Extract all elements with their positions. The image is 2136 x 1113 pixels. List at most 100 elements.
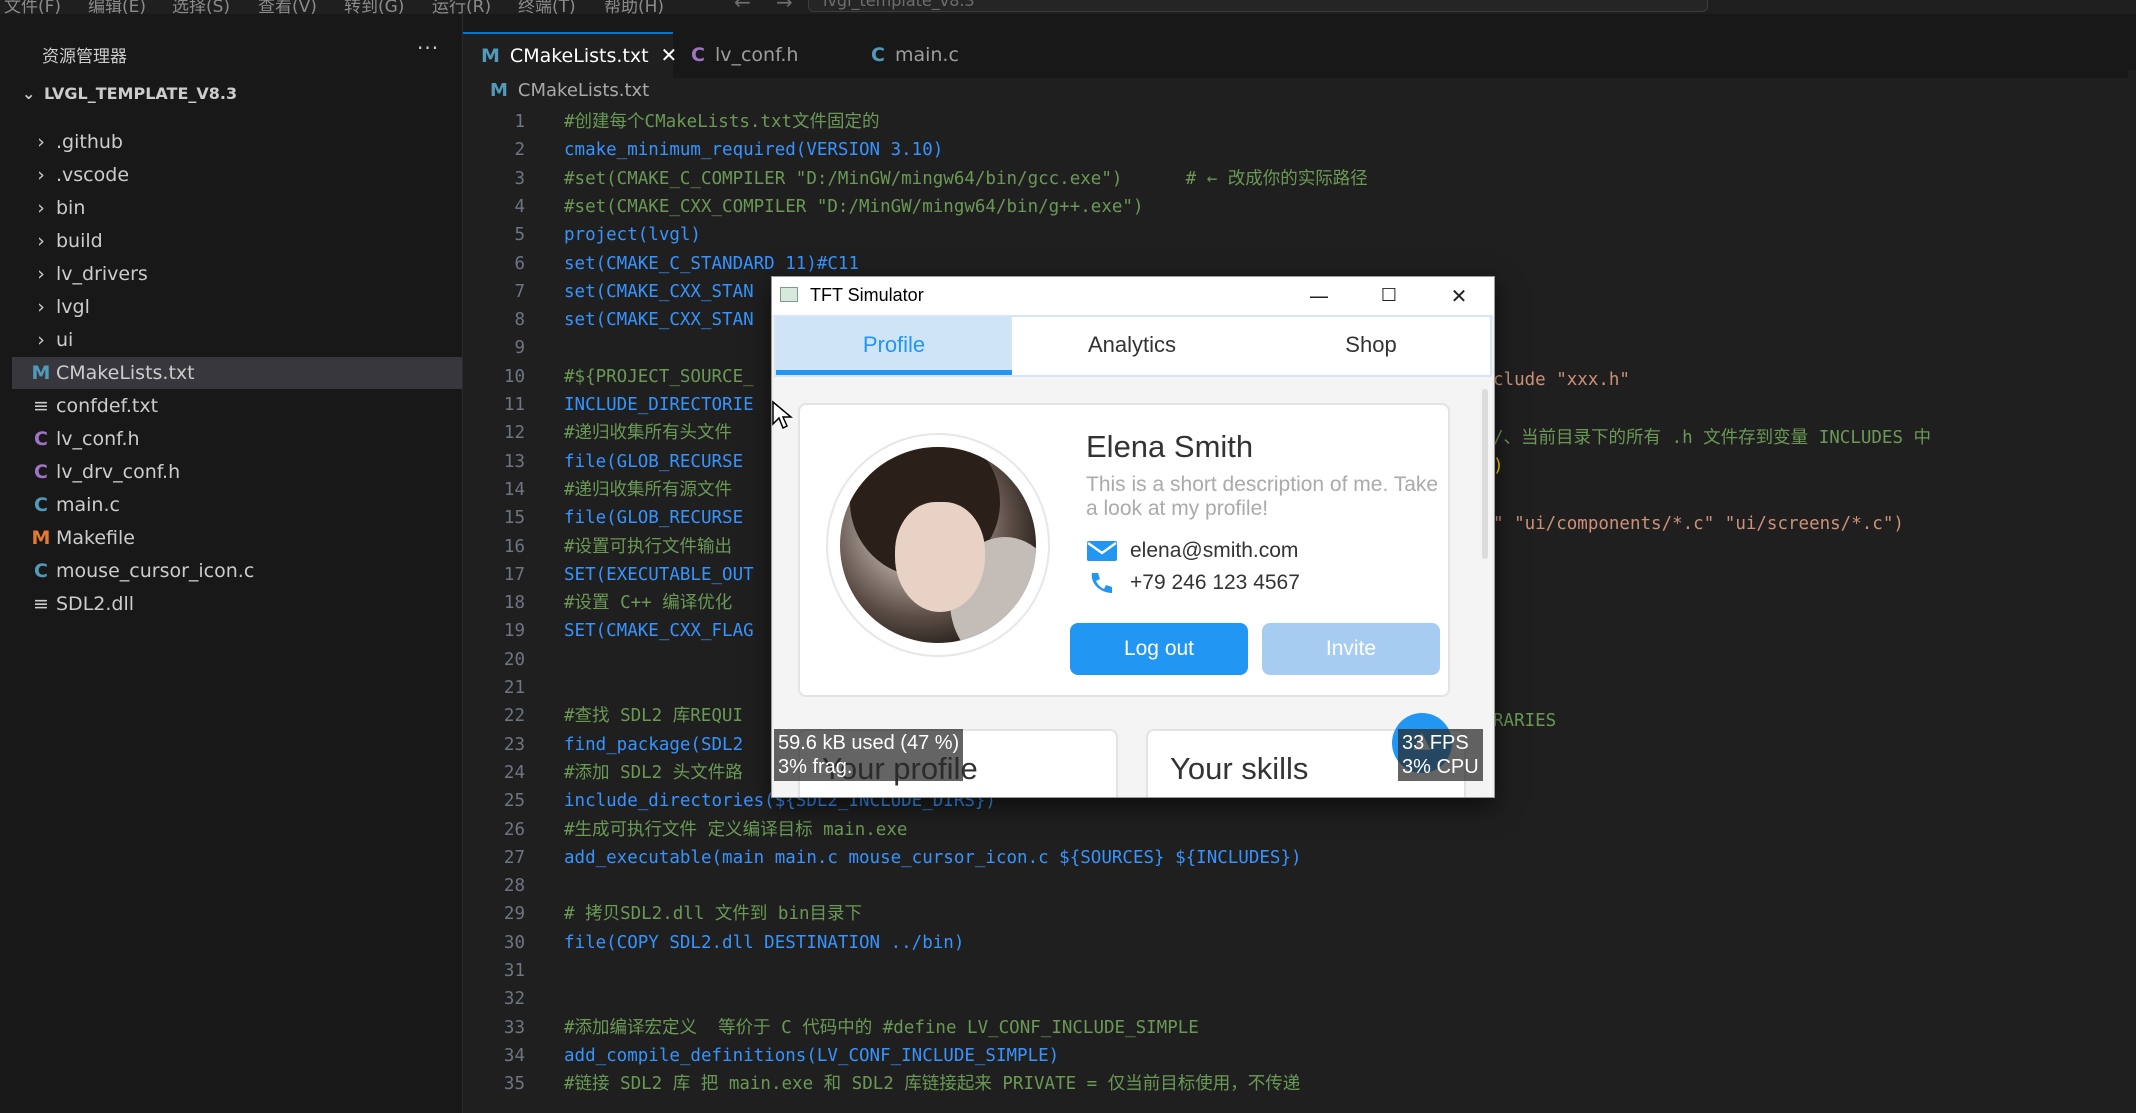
tab-label: main.c	[894, 44, 959, 66]
menu-help[interactable]: 帮助(H)	[604, 0, 664, 14]
menu-selection[interactable]: 选择(S)	[172, 0, 230, 14]
breadcrumb[interactable]: M CMakeLists.txt	[490, 80, 649, 101]
line-code: #链接 SDL2 库 把 main.exe 和 SDL2 库链接起来 PRIVA…	[564, 1074, 1301, 1095]
tree-item-github[interactable]: › .github	[12, 126, 462, 158]
code-fragment-line-22: RARIES	[1493, 711, 1557, 731]
your-skills-title: Your skills	[1170, 751, 1309, 786]
breadcrumb-file: CMakeLists.txt	[517, 80, 650, 101]
tree-item-label: lv_conf.h	[56, 428, 140, 450]
tab-label: CMakeLists.txt	[509, 45, 649, 67]
performance-monitor: 33 FPS 3% CPU	[1398, 729, 1483, 781]
line-number: 31	[503, 961, 525, 981]
invite-button[interactable]: Invite	[1262, 623, 1440, 675]
logout-button[interactable]: Log out	[1070, 623, 1248, 675]
tree-item-label: .github	[56, 131, 123, 153]
tab-main-c[interactable]: Cmain.c	[853, 32, 1033, 78]
tree-item-label: lv_drv_conf.h	[56, 461, 181, 483]
line-number: 6	[514, 253, 525, 274]
line-code: SET(CMAKE_CXX_FLAG	[564, 621, 754, 642]
menu-terminal[interactable]: 终端(T)	[518, 0, 576, 14]
tree-item-confdef[interactable]: ≡ confdef.txt	[12, 390, 462, 422]
line-number: 12	[503, 423, 525, 444]
line-number: 8	[514, 310, 525, 331]
line-code: #查找 SDL2 库REQUI	[564, 706, 743, 727]
profile-name: Elena Smith	[1086, 429, 1254, 464]
arrow-left-icon[interactable]: ←	[734, 0, 751, 14]
line-number: 25	[503, 791, 525, 812]
menu-go[interactable]: 转到(G)	[344, 0, 404, 14]
tree-item-label: lv_drivers	[56, 263, 148, 285]
ellipsis-icon[interactable]: ···	[417, 36, 439, 60]
tree-item-cmakelists[interactable]: M CMakeLists.txt	[12, 357, 462, 389]
line-number: 21	[503, 678, 525, 698]
tree-item-lv-drivers[interactable]: › lv_drivers	[12, 258, 462, 290]
app-window-icon	[780, 287, 798, 302]
line-number: 26	[503, 819, 525, 840]
tree-item-lvgl[interactable]: › lvgl	[12, 291, 462, 323]
tree-item-build[interactable]: › build	[12, 225, 462, 257]
line-code: set(CMAKE_CXX_STAN	[564, 281, 754, 302]
c-file-icon: C	[34, 494, 48, 516]
simulator-titlebar[interactable]: TFT Simulator — ☐ ✕	[772, 277, 1494, 315]
menu-run[interactable]: 运行(R)	[432, 0, 491, 14]
minimize-icon[interactable]: —	[1284, 277, 1354, 315]
tab-analytics[interactable]: Analytics	[1012, 317, 1252, 375]
c-file-icon: C	[34, 461, 48, 483]
line-number: 34	[503, 1045, 525, 1066]
tab-cmakelists[interactable]: M CMakeLists.txt ✕	[463, 32, 677, 78]
chevron-down-icon: ⌄	[22, 84, 36, 103]
line-code: set(CMAKE_C_STANDARD 11)#C11	[564, 253, 860, 274]
line-number: 16	[503, 536, 525, 557]
tree-item-lv-drv-conf[interactable]: C lv_drv_conf.h	[12, 456, 462, 488]
tree-item-makefile[interactable]: M Makefile	[12, 522, 462, 554]
line-number: 32	[503, 989, 525, 1010]
maximize-icon[interactable]: ☐	[1354, 277, 1424, 315]
menu-edit[interactable]: 编辑(E)	[88, 0, 146, 14]
line-code: #${PROJECT_SOURCE_	[564, 366, 754, 387]
explorer-root-folder[interactable]: ⌄ LVGL_TEMPLATE_V8.3	[22, 84, 237, 103]
profile-tab-content[interactable]: Elena Smith This is a short description …	[774, 377, 1492, 797]
tab-profile[interactable]: Profile	[776, 317, 1012, 375]
chevron-right-icon: ›	[37, 296, 45, 318]
explorer-sidebar: 资源管理器 ··· ⌄ LVGL_TEMPLATE_V8.3 › .github …	[12, 14, 463, 1113]
editor-scrollbar[interactable]	[2128, 70, 2136, 1113]
tab-lv-conf[interactable]: Clv_conf.h	[673, 32, 853, 78]
profile-phone-row: +79 246 123 4567	[1086, 571, 1300, 595]
text-file-icon: ≡	[33, 395, 49, 417]
line-number: 35	[503, 1074, 525, 1095]
tree-item-sdl2-dll[interactable]: ≡ SDL2.dll	[12, 588, 462, 620]
line-code: find_package(SDL2	[564, 734, 744, 755]
tree-item-label: confdef.txt	[56, 395, 159, 417]
arrow-right-icon[interactable]: →	[776, 0, 793, 14]
chevron-right-icon: ›	[37, 329, 45, 351]
chevron-right-icon: ›	[37, 263, 45, 285]
menu-file[interactable]: 文件(F)	[4, 0, 61, 14]
line-number: 17	[503, 564, 525, 585]
tree-item-label: main.c	[56, 494, 120, 516]
profile-description: This is a short description of me. Take …	[1086, 473, 1439, 520]
command-center-search[interactable]: lvgl_template_v8.3	[808, 0, 1708, 12]
tree-item-label: build	[56, 230, 103, 252]
tab-shop[interactable]: Shop	[1252, 317, 1490, 375]
line-number: 18	[503, 593, 525, 614]
tree-item-ui[interactable]: › ui	[12, 324, 462, 356]
text-file-icon: ≡	[33, 593, 49, 615]
tree-item-bin[interactable]: › bin	[12, 192, 462, 224]
code-fragment-line-12: /、当前目录下的所有 .h 文件存到变量 INCLUDES 中	[1493, 428, 1932, 448]
tree-item-main-c[interactable]: C main.c	[12, 489, 462, 521]
makefile-icon: M	[31, 527, 51, 549]
phone-icon	[1091, 573, 1112, 594]
tree-item-vscode[interactable]: › .vscode	[12, 159, 462, 191]
close-icon[interactable]: ✕	[1424, 277, 1494, 315]
chevron-right-icon: ›	[37, 197, 45, 219]
line-number: 22	[503, 706, 525, 727]
line-number: 19	[503, 621, 525, 642]
profile-email-row: elena@smith.com	[1086, 539, 1298, 563]
menu-view[interactable]: 查看(V)	[258, 0, 317, 14]
tree-item-mouse-cursor[interactable]: C mouse_cursor_icon.c	[12, 555, 462, 587]
tree-item-label: bin	[56, 197, 86, 219]
content-scrollbar[interactable]	[1482, 389, 1488, 559]
tree-item-lv-conf[interactable]: C lv_conf.h	[12, 423, 462, 455]
code-fragment-line-10: clude "xxx.h"	[1493, 370, 1630, 390]
line-number: 4	[514, 196, 525, 217]
